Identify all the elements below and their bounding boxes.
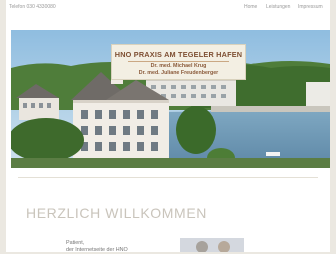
nav-impressum[interactable]: Impressum xyxy=(298,4,323,10)
practice-logo[interactable]: HNO PRAXIS AM TEGELER HAFEN Dr. med. Mic… xyxy=(111,44,246,80)
welcome-text-line: Patient, xyxy=(66,240,85,246)
welcome-text-line: der Internetseite der HNO xyxy=(66,246,128,253)
doctors-photo xyxy=(180,238,244,252)
hero-image: HNO PRAXIS AM TEGELER HAFEN Dr. med. Mic… xyxy=(11,30,330,168)
phone-number[interactable]: Telefon 030 4330080 xyxy=(9,4,56,10)
logo-divider xyxy=(128,61,229,62)
top-bar: Telefon 030 4330080 Home Leistungen Impr… xyxy=(6,0,330,14)
section-divider xyxy=(18,177,318,178)
page: Telefon 030 4330080 Home Leistungen Impr… xyxy=(6,0,330,253)
practice-name: HNO PRAXIS AM TEGELER HAFEN xyxy=(114,50,243,59)
doctor-name: Dr. med. Michael Krug xyxy=(150,63,207,69)
doctor-name: Dr. med. Juliane Freudenberger xyxy=(138,70,219,76)
nav-leistungen[interactable]: Leistungen xyxy=(266,4,290,10)
welcome-heading: HERZLICH WILLKOMMEN xyxy=(26,205,207,221)
nav-home[interactable]: Home xyxy=(244,4,257,10)
